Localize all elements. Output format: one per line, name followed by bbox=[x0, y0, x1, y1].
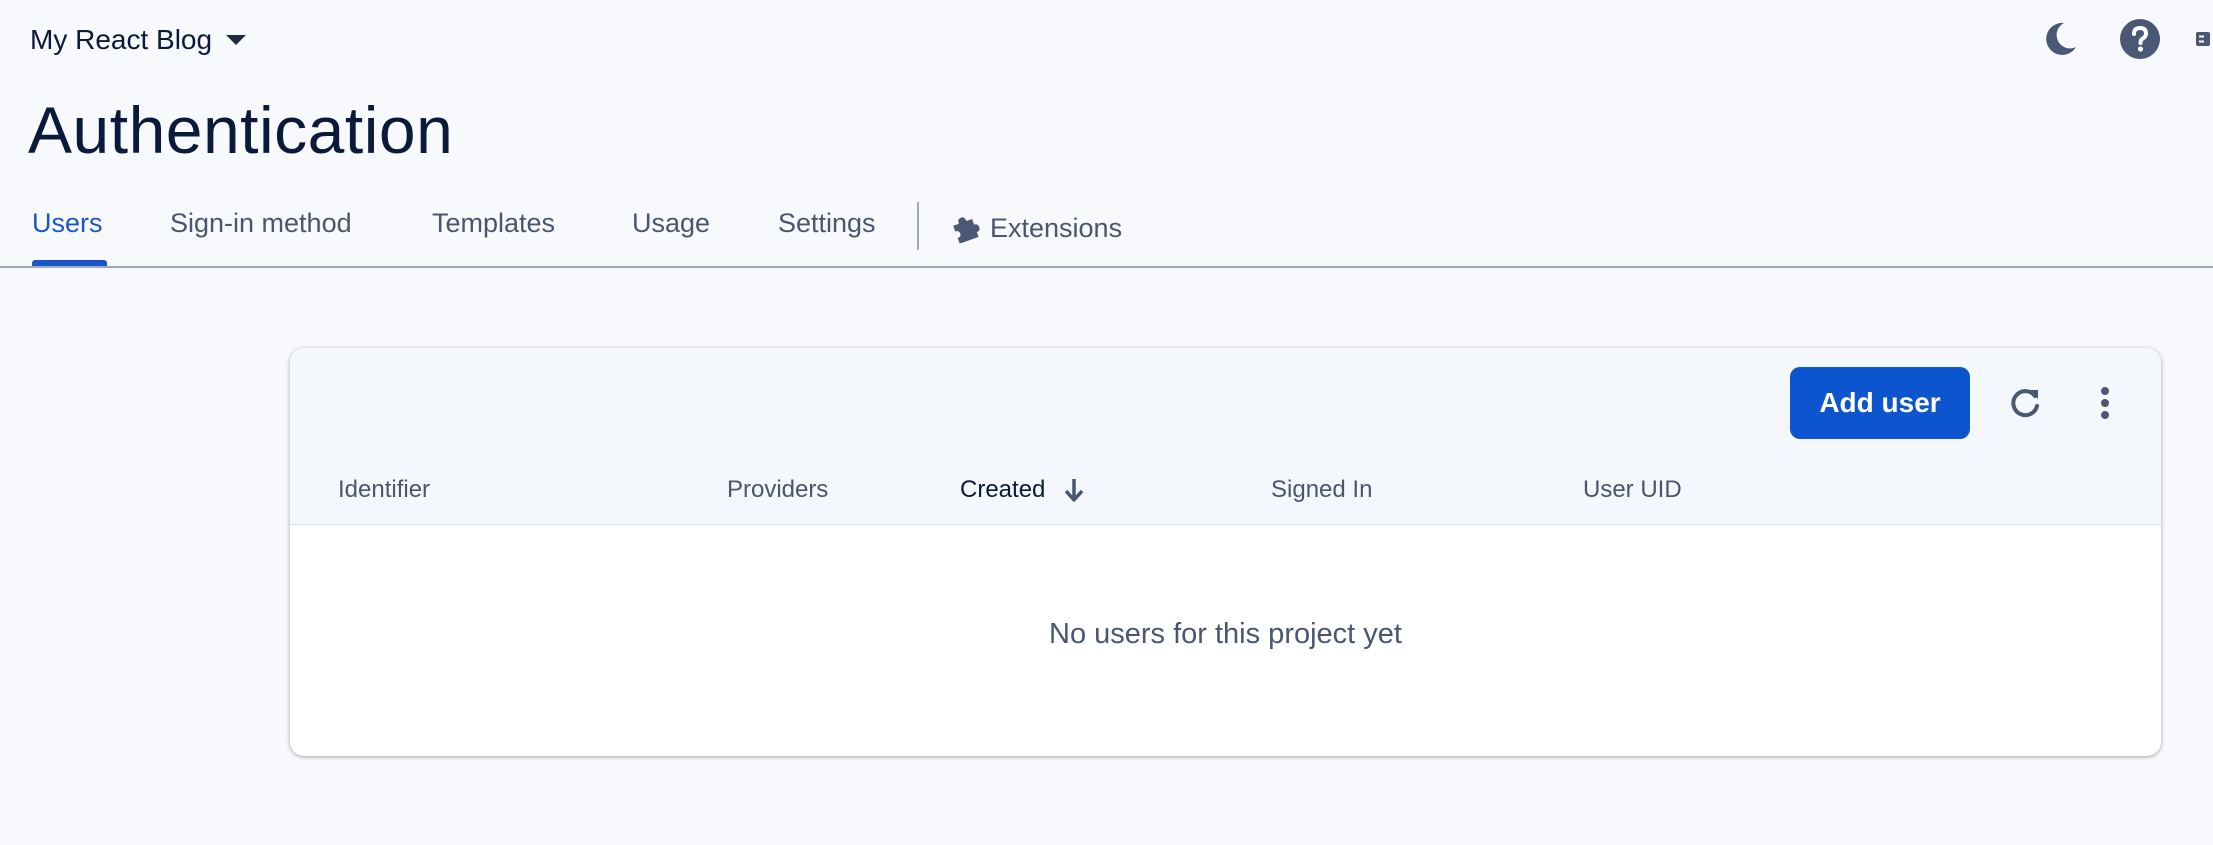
sort-arrow-down-icon bbox=[1065, 479, 1084, 502]
chevron-down-icon bbox=[226, 35, 247, 45]
add-user-button[interactable]: Add user bbox=[1790, 367, 1970, 439]
column-header-signed-in[interactable]: Signed In bbox=[1271, 476, 1372, 504]
users-table-header: Add user Identifier Providers Created Si… bbox=[290, 348, 2161, 525]
tab-templates[interactable]: Templates bbox=[432, 208, 555, 248]
column-header-user-uid[interactable]: User UID bbox=[1583, 476, 1682, 504]
column-header-providers[interactable]: Providers bbox=[727, 476, 828, 504]
top-bar: My React Blog bbox=[0, 0, 2213, 80]
column-header-identifier[interactable]: Identifier bbox=[338, 476, 430, 504]
tab-users[interactable]: Users bbox=[32, 208, 103, 248]
menu-icon[interactable] bbox=[2195, 14, 2213, 64]
page-title: Authentication bbox=[28, 93, 454, 167]
project-name: My React Blog bbox=[30, 24, 213, 55]
tab-sign-in-method[interactable]: Sign-in method bbox=[170, 208, 352, 248]
tab-extensions[interactable]: Extensions bbox=[950, 208, 1122, 248]
extension-puzzle-icon bbox=[953, 217, 980, 243]
tab-extensions-label: Extensions bbox=[990, 212, 1123, 243]
tab-usage[interactable]: Usage bbox=[632, 208, 710, 248]
column-header-created-label: Created bbox=[960, 476, 1046, 503]
more-options-icon[interactable] bbox=[2078, 376, 2132, 430]
dark-mode-moon-icon[interactable] bbox=[2035, 14, 2085, 64]
project-switcher[interactable]: My React Blog bbox=[30, 20, 247, 60]
refresh-icon[interactable] bbox=[1998, 376, 2052, 430]
active-tab-indicator bbox=[32, 260, 107, 266]
users-table-card: Add user Identifier Providers Created Si… bbox=[290, 348, 2161, 756]
column-header-created[interactable]: Created bbox=[960, 476, 1085, 504]
tab-bar: Users Sign-in method Templates Usage Set… bbox=[0, 200, 2213, 268]
tab-settings[interactable]: Settings bbox=[778, 208, 876, 248]
tab-divider bbox=[917, 202, 919, 250]
help-icon[interactable] bbox=[2115, 14, 2165, 64]
empty-state-message: No users for this project yet bbox=[1049, 618, 1402, 650]
top-icons bbox=[2005, 14, 2213, 64]
